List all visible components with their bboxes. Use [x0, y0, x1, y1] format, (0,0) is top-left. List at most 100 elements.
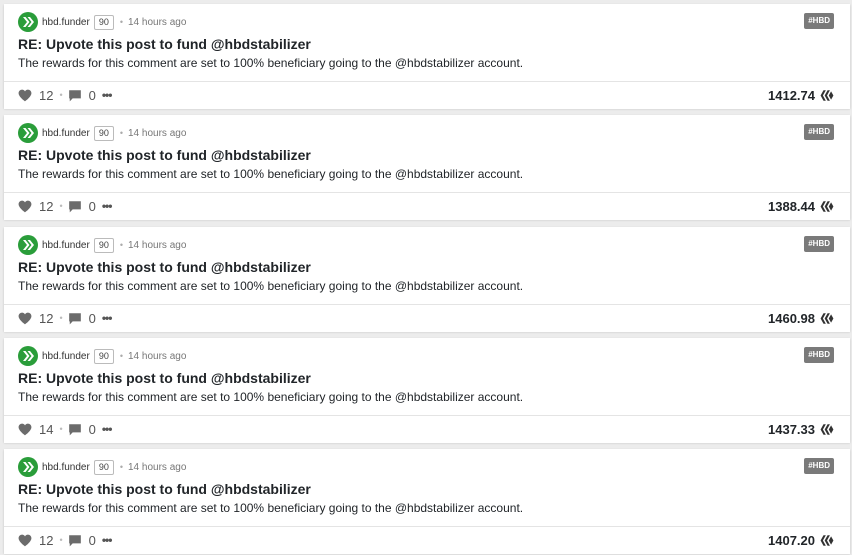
- post-title[interactable]: RE: Upvote this post to fund @hbdstabili…: [18, 259, 311, 275]
- heart-icon[interactable]: [18, 312, 32, 325]
- community-tag[interactable]: #HBD: [804, 236, 834, 252]
- post-header: hbd.funder 90 • 14 hours ago: [18, 235, 186, 255]
- payout-amount[interactable]: 1407.20: [768, 533, 815, 548]
- post-feed: hbd.funder 90 • 14 hours ago #HBD RE: Up…: [0, 0, 852, 555]
- heart-icon[interactable]: [18, 534, 32, 547]
- comment-count[interactable]: 0: [89, 88, 96, 103]
- separator-dot: •: [119, 17, 123, 27]
- more-options-icon[interactable]: •••: [102, 199, 113, 213]
- separator-dot: •: [59, 90, 63, 100]
- community-tag[interactable]: #HBD: [804, 458, 834, 474]
- author-link[interactable]: hbd.funder: [42, 462, 90, 473]
- comment-icon[interactable]: [68, 89, 82, 102]
- post-footer: 12 • 0 ••• 1388.44: [4, 192, 850, 220]
- vote-count[interactable]: 14: [39, 422, 53, 437]
- post-title[interactable]: RE: Upvote this post to fund @hbdstabili…: [18, 370, 311, 386]
- post-timestamp[interactable]: 14 hours ago: [128, 462, 186, 473]
- separator-dot: •: [59, 313, 63, 323]
- reputation-badge: 90: [93, 125, 114, 141]
- vote-count[interactable]: 12: [39, 199, 53, 214]
- post-summary[interactable]: The rewards for this comment are set to …: [18, 279, 523, 293]
- payout-amount[interactable]: 1460.98: [768, 311, 815, 326]
- payout-amount[interactable]: 1412.74: [768, 88, 815, 103]
- more-options-icon[interactable]: •••: [102, 533, 113, 547]
- post-header: hbd.funder 90 • 14 hours ago: [18, 12, 186, 32]
- post-title[interactable]: RE: Upvote this post to fund @hbdstabili…: [18, 36, 311, 52]
- author-link[interactable]: hbd.funder: [42, 17, 90, 28]
- heart-icon[interactable]: [18, 200, 32, 213]
- post-card[interactable]: hbd.funder 90 • 14 hours ago #HBD RE: Up…: [4, 4, 850, 109]
- reputation-badge: 90: [93, 14, 114, 30]
- heart-icon[interactable]: [18, 423, 32, 436]
- post-timestamp[interactable]: 14 hours ago: [128, 128, 186, 139]
- heart-icon[interactable]: [18, 89, 32, 102]
- hive-logo-icon: [820, 423, 834, 435]
- payout[interactable]: 1407.20: [768, 531, 834, 549]
- payout-amount[interactable]: 1437.33: [768, 422, 815, 437]
- author-link[interactable]: hbd.funder: [42, 351, 90, 362]
- post-header: hbd.funder 90 • 14 hours ago: [18, 346, 186, 366]
- post-timestamp[interactable]: 14 hours ago: [128, 17, 186, 28]
- post-actions: 12 • 0 •••: [18, 197, 113, 215]
- more-options-icon[interactable]: •••: [102, 422, 113, 436]
- avatar[interactable]: [18, 457, 38, 477]
- author-link[interactable]: hbd.funder: [42, 240, 90, 251]
- separator-dot: •: [119, 351, 123, 361]
- avatar[interactable]: [18, 12, 38, 32]
- post-footer: 14 • 0 ••• 1437.33: [4, 415, 850, 443]
- post-summary[interactable]: The rewards for this comment are set to …: [18, 501, 523, 515]
- more-options-icon[interactable]: •••: [102, 88, 113, 102]
- comment-icon[interactable]: [68, 423, 82, 436]
- post-actions: 14 • 0 •••: [18, 420, 113, 438]
- hive-logo-icon: [820, 89, 834, 101]
- post-summary[interactable]: The rewards for this comment are set to …: [18, 390, 523, 404]
- post-summary[interactable]: The rewards for this comment are set to …: [18, 56, 523, 70]
- comment-icon[interactable]: [68, 200, 82, 213]
- comment-count[interactable]: 0: [89, 533, 96, 548]
- more-options-icon[interactable]: •••: [102, 311, 113, 325]
- post-card[interactable]: hbd.funder 90 • 14 hours ago #HBD RE: Up…: [4, 338, 850, 443]
- avatar[interactable]: [18, 346, 38, 366]
- payout-amount[interactable]: 1388.44: [768, 199, 815, 214]
- post-footer: 12 • 0 ••• 1460.98: [4, 304, 850, 332]
- vote-count[interactable]: 12: [39, 311, 53, 326]
- post-summary[interactable]: The rewards for this comment are set to …: [18, 167, 523, 181]
- post-footer: 12 • 0 ••• 1412.74: [4, 81, 850, 109]
- payout[interactable]: 1437.33: [768, 420, 834, 438]
- vote-count[interactable]: 12: [39, 88, 53, 103]
- post-card[interactable]: hbd.funder 90 • 14 hours ago #HBD RE: Up…: [4, 115, 850, 220]
- separator-dot: •: [119, 240, 123, 250]
- payout[interactable]: 1412.74: [768, 86, 834, 104]
- separator-dot: •: [59, 535, 63, 545]
- separator-dot: •: [119, 462, 123, 472]
- post-actions: 12 • 0 •••: [18, 531, 113, 549]
- avatar[interactable]: [18, 235, 38, 255]
- vote-count[interactable]: 12: [39, 533, 53, 548]
- payout[interactable]: 1460.98: [768, 309, 834, 327]
- post-title[interactable]: RE: Upvote this post to fund @hbdstabili…: [18, 481, 311, 497]
- comment-icon[interactable]: [68, 312, 82, 325]
- reputation-badge: 90: [93, 237, 114, 253]
- separator-dot: •: [59, 424, 63, 434]
- separator-dot: •: [59, 201, 63, 211]
- post-timestamp[interactable]: 14 hours ago: [128, 351, 186, 362]
- avatar[interactable]: [18, 123, 38, 143]
- reputation-badge: 90: [93, 459, 114, 475]
- comment-icon[interactable]: [68, 534, 82, 547]
- author-link[interactable]: hbd.funder: [42, 128, 90, 139]
- comment-count[interactable]: 0: [89, 199, 96, 214]
- hive-logo-icon: [820, 312, 834, 324]
- post-timestamp[interactable]: 14 hours ago: [128, 240, 186, 251]
- post-card[interactable]: hbd.funder 90 • 14 hours ago #HBD RE: Up…: [4, 449, 850, 554]
- hive-logo-icon: [820, 534, 834, 546]
- post-header: hbd.funder 90 • 14 hours ago: [18, 123, 186, 143]
- community-tag[interactable]: #HBD: [804, 13, 834, 29]
- community-tag[interactable]: #HBD: [804, 124, 834, 140]
- post-card[interactable]: hbd.funder 90 • 14 hours ago #HBD RE: Up…: [4, 227, 850, 332]
- comment-count[interactable]: 0: [89, 422, 96, 437]
- comment-count[interactable]: 0: [89, 311, 96, 326]
- post-actions: 12 • 0 •••: [18, 86, 113, 104]
- community-tag[interactable]: #HBD: [804, 347, 834, 363]
- post-title[interactable]: RE: Upvote this post to fund @hbdstabili…: [18, 147, 311, 163]
- payout[interactable]: 1388.44: [768, 197, 834, 215]
